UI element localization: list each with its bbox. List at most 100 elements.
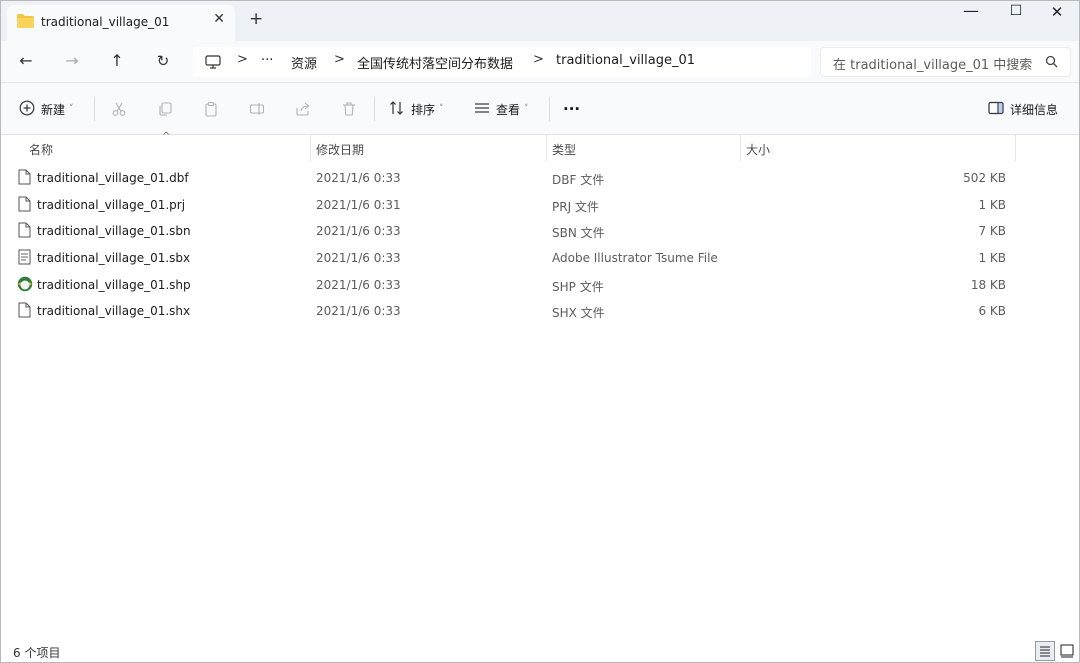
file-row[interactable]: traditional_village_01.shx 2021/1/6 0:33… (1, 298, 1079, 325)
up-button[interactable]: ↑ (106, 51, 128, 73)
file-size: 1 KB (978, 251, 1006, 266)
rename-button[interactable] (249, 97, 265, 121)
column-divider[interactable] (1015, 135, 1016, 161)
file-row[interactable]: traditional_village_01.sbx 2021/1/6 0:33… (1, 245, 1079, 272)
file-modified: 2021/1/6 0:33 (316, 171, 401, 185)
sort-ascending-icon: ^ (162, 131, 171, 142)
breadcrumb-resources[interactable]: 资源 (291, 53, 317, 72)
share-button[interactable] (295, 97, 311, 121)
file-modified: 2021/1/6 0:33 (316, 304, 401, 319)
new-button[interactable]: 新建 ˅ (19, 97, 74, 121)
paste-button[interactable] (203, 97, 219, 121)
illustrator-file-icon (18, 249, 31, 268)
minimize-button[interactable]: — (949, 1, 993, 23)
column-divider[interactable] (740, 135, 741, 161)
column-divider[interactable] (310, 135, 311, 161)
file-type: DBF 文件 (552, 173, 605, 187)
copy-icon (159, 102, 172, 116)
document-icon (18, 222, 31, 241)
search-placeholder: 在 traditional_village_01 中搜索 (833, 58, 1033, 73)
breadcrumb-more[interactable]: ··· (261, 53, 273, 68)
forward-button[interactable]: → (61, 51, 83, 73)
breadcrumb-village-data[interactable]: 全国传统村落空间分布数据 (357, 53, 513, 72)
column-type[interactable]: 类型 (552, 141, 576, 158)
rename-icon (249, 103, 265, 115)
file-type: SHX 文件 (552, 306, 605, 321)
maximize-button[interactable]: ☐ (994, 3, 1038, 25)
share-icon (296, 102, 310, 116)
chevron-down-icon: ˅ (439, 104, 444, 114)
item-count: 6 个项目 (13, 646, 61, 660)
file-type: SBN 文件 (552, 226, 605, 241)
file-type: Adobe Illustrator Tsume File (552, 251, 718, 266)
plus-circle-icon (19, 100, 35, 119)
view-button[interactable]: 查看 ˅ (474, 97, 529, 121)
command-bar: 新建 ˅ 排序 ˅ 查看 ˅ ··· 详细信息 (1, 83, 1079, 135)
address-bar[interactable]: > ··· 资源 > 全国传统村落空间分布数据 > traditional_vi… (193, 47, 811, 77)
column-name[interactable]: 名称 (29, 141, 53, 158)
cut-button[interactable] (111, 97, 127, 121)
title-bar: traditional_village_01 ✕ + — ☐ ✕ (1, 1, 1079, 41)
scissors-icon (112, 102, 126, 116)
chevron-down-icon: ˅ (524, 104, 529, 114)
new-label: 新建 (41, 102, 66, 117)
file-modified: 2021/1/6 0:33 (316, 224, 401, 239)
toolbar-divider (549, 97, 550, 121)
navigation-bar: ← → ↑ ↻ > ··· 资源 > 全国传统村落空间分布数据 > tradit… (1, 41, 1079, 83)
breadcrumb-separator[interactable]: > (334, 52, 345, 67)
sort-label: 排序 (411, 102, 436, 117)
details-label: 详细信息 (1010, 102, 1059, 117)
view-label: 查看 (496, 102, 521, 117)
search-icon[interactable] (1045, 55, 1058, 71)
breadcrumb-separator[interactable]: > (237, 52, 248, 67)
breadcrumb-current-folder[interactable]: traditional_village_01 (556, 53, 695, 68)
file-type: SHP 文件 (552, 279, 604, 294)
file-type: PRJ 文件 (552, 199, 599, 214)
toolbar-divider (94, 97, 95, 121)
tab-title: traditional_village_01 (41, 15, 170, 29)
column-header-row: ^ 名称 修改日期 类型 大小 (1, 131, 1079, 161)
close-window-button[interactable]: ✕ (1035, 3, 1079, 25)
column-modified[interactable]: 修改日期 (316, 141, 364, 158)
file-row[interactable]: traditional_village_01.sbn 2021/1/6 0:33… (1, 218, 1079, 245)
details-view-icon[interactable] (1035, 641, 1055, 661)
document-icon (18, 196, 31, 215)
computer-icon[interactable] (205, 55, 221, 72)
file-modified: 2021/1/6 0:33 (316, 277, 401, 292)
file-name: traditional_village_01.dbf (37, 171, 189, 185)
column-divider[interactable] (546, 135, 547, 161)
large-icons-view-icon[interactable] (1059, 643, 1075, 659)
search-input[interactable]: 在 traditional_village_01 中搜索 (820, 47, 1071, 77)
file-size: 7 KB (978, 224, 1006, 239)
status-bar: 6 个项目 (1, 639, 1079, 662)
copy-button[interactable] (157, 97, 173, 121)
arcgis-globe-icon (17, 276, 33, 295)
file-name: traditional_village_01.sbn (37, 224, 191, 239)
file-modified: 2021/1/6 0:31 (316, 197, 401, 212)
file-size: 1 KB (978, 197, 1006, 212)
file-name: traditional_village_01.shx (37, 304, 191, 319)
tab-traditional-village[interactable]: traditional_village_01 ✕ (7, 5, 235, 41)
file-size: 6 KB (978, 304, 1006, 319)
file-modified: 2021/1/6 0:33 (316, 251, 401, 266)
more-options-button[interactable]: ··· (563, 97, 580, 121)
file-row[interactable]: traditional_village_01.dbf 2021/1/6 0:33… (1, 165, 1079, 192)
refresh-button[interactable]: ↻ (152, 51, 174, 73)
back-button[interactable]: ← (15, 51, 37, 73)
document-icon (18, 302, 31, 321)
file-row[interactable]: traditional_village_01.prj 2021/1/6 0:31… (1, 192, 1079, 219)
sort-arrows-icon (389, 100, 405, 119)
clipboard-icon (205, 101, 217, 117)
view-list-icon (474, 100, 490, 119)
breadcrumb-separator[interactable]: > (533, 52, 544, 67)
sort-button[interactable]: 排序 ˅ (389, 97, 444, 121)
details-pane-button[interactable]: 详细信息 (988, 97, 1058, 121)
file-row[interactable]: traditional_village_01.shp 2021/1/6 0:33… (1, 272, 1079, 299)
delete-button[interactable] (341, 97, 357, 121)
new-tab-button[interactable]: + (249, 11, 263, 28)
tab-close-icon[interactable]: ✕ (213, 11, 225, 27)
column-size[interactable]: 大小 (746, 141, 770, 158)
file-explorer-window: traditional_village_01 ✕ + — ☐ ✕ ← → ↑ ↻… (0, 0, 1080, 663)
toolbar-divider (374, 97, 375, 121)
details-pane-icon (988, 101, 1004, 118)
